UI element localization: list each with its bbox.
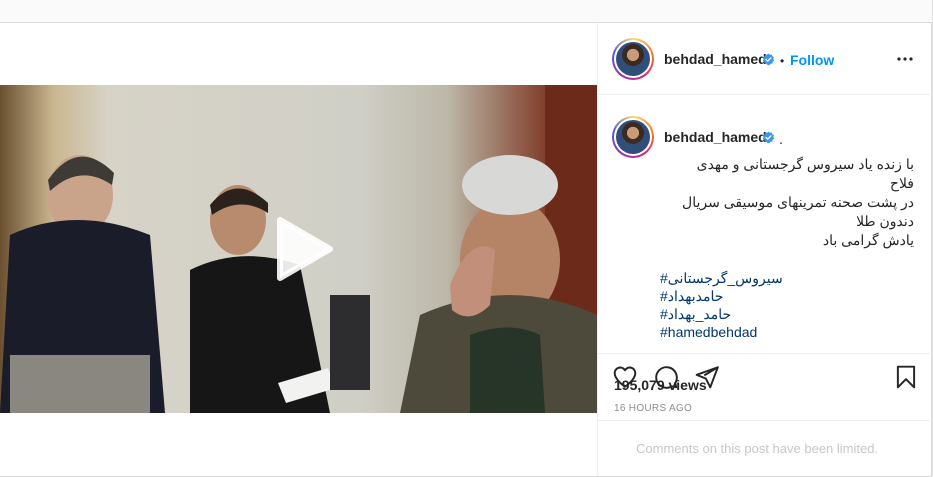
- hashtag-link[interactable]: #حامدبهداد: [660, 287, 914, 305]
- hashtag-link[interactable]: #hamedbehdad: [660, 323, 914, 341]
- bookmark-icon[interactable]: [893, 364, 919, 390]
- post-sidebar: behdad_hamed • Follow behdad_hamed . با …: [597, 23, 933, 476]
- caption-line: یادش گرامی باد: [822, 232, 914, 248]
- more-options-icon[interactable]: [895, 51, 915, 67]
- hashtags: #سیروس_گرجستانی #حامدبهداد #حامد_بهداد #…: [660, 269, 914, 341]
- caption-avatar[interactable]: [612, 116, 654, 158]
- comments-limited-notice: Comments on this post have been limited.: [636, 441, 879, 456]
- post-timestamp[interactable]: 16 HOURS AGO: [614, 403, 692, 414]
- caption: behdad_hamed . با زنده یاد سیروس گرجستان…: [598, 95, 933, 353]
- post-media: [0, 23, 597, 476]
- comments-section: Comments on this post have been limited.: [598, 420, 933, 476]
- hashtag-link[interactable]: #سیروس_گرجستانی: [660, 269, 914, 287]
- caption-line: در پشت صحنه تمرینهای موسیقی سریال: [682, 194, 914, 210]
- caption-text: با زنده یاد سیروس گرجستانی و مهدی فلاح د…: [660, 155, 914, 250]
- caption-username[interactable]: behdad_hamed: [664, 129, 767, 145]
- follow-separator: •: [780, 54, 785, 68]
- verified-badge-icon: [762, 131, 775, 144]
- caption-trailing: .: [779, 131, 783, 147]
- verified-badge-icon: [762, 53, 775, 66]
- caption-line: با زنده یاد سیروس گرجستانی و مهدی: [696, 156, 914, 172]
- follow-button[interactable]: Follow: [790, 52, 834, 68]
- post-card: behdad_hamed • Follow behdad_hamed . با …: [0, 22, 933, 477]
- play-icon[interactable]: [266, 214, 336, 284]
- hashtag-link[interactable]: #حامد_بهداد: [660, 305, 914, 323]
- view-count[interactable]: 195,079 views: [614, 377, 707, 393]
- caption-line: فلاح: [889, 175, 914, 191]
- video-player[interactable]: [0, 85, 597, 413]
- post-header: behdad_hamed • Follow: [598, 23, 933, 95]
- avatar[interactable]: [612, 38, 654, 80]
- header-username[interactable]: behdad_hamed: [664, 51, 767, 67]
- caption-line: دندون طلا: [856, 213, 914, 229]
